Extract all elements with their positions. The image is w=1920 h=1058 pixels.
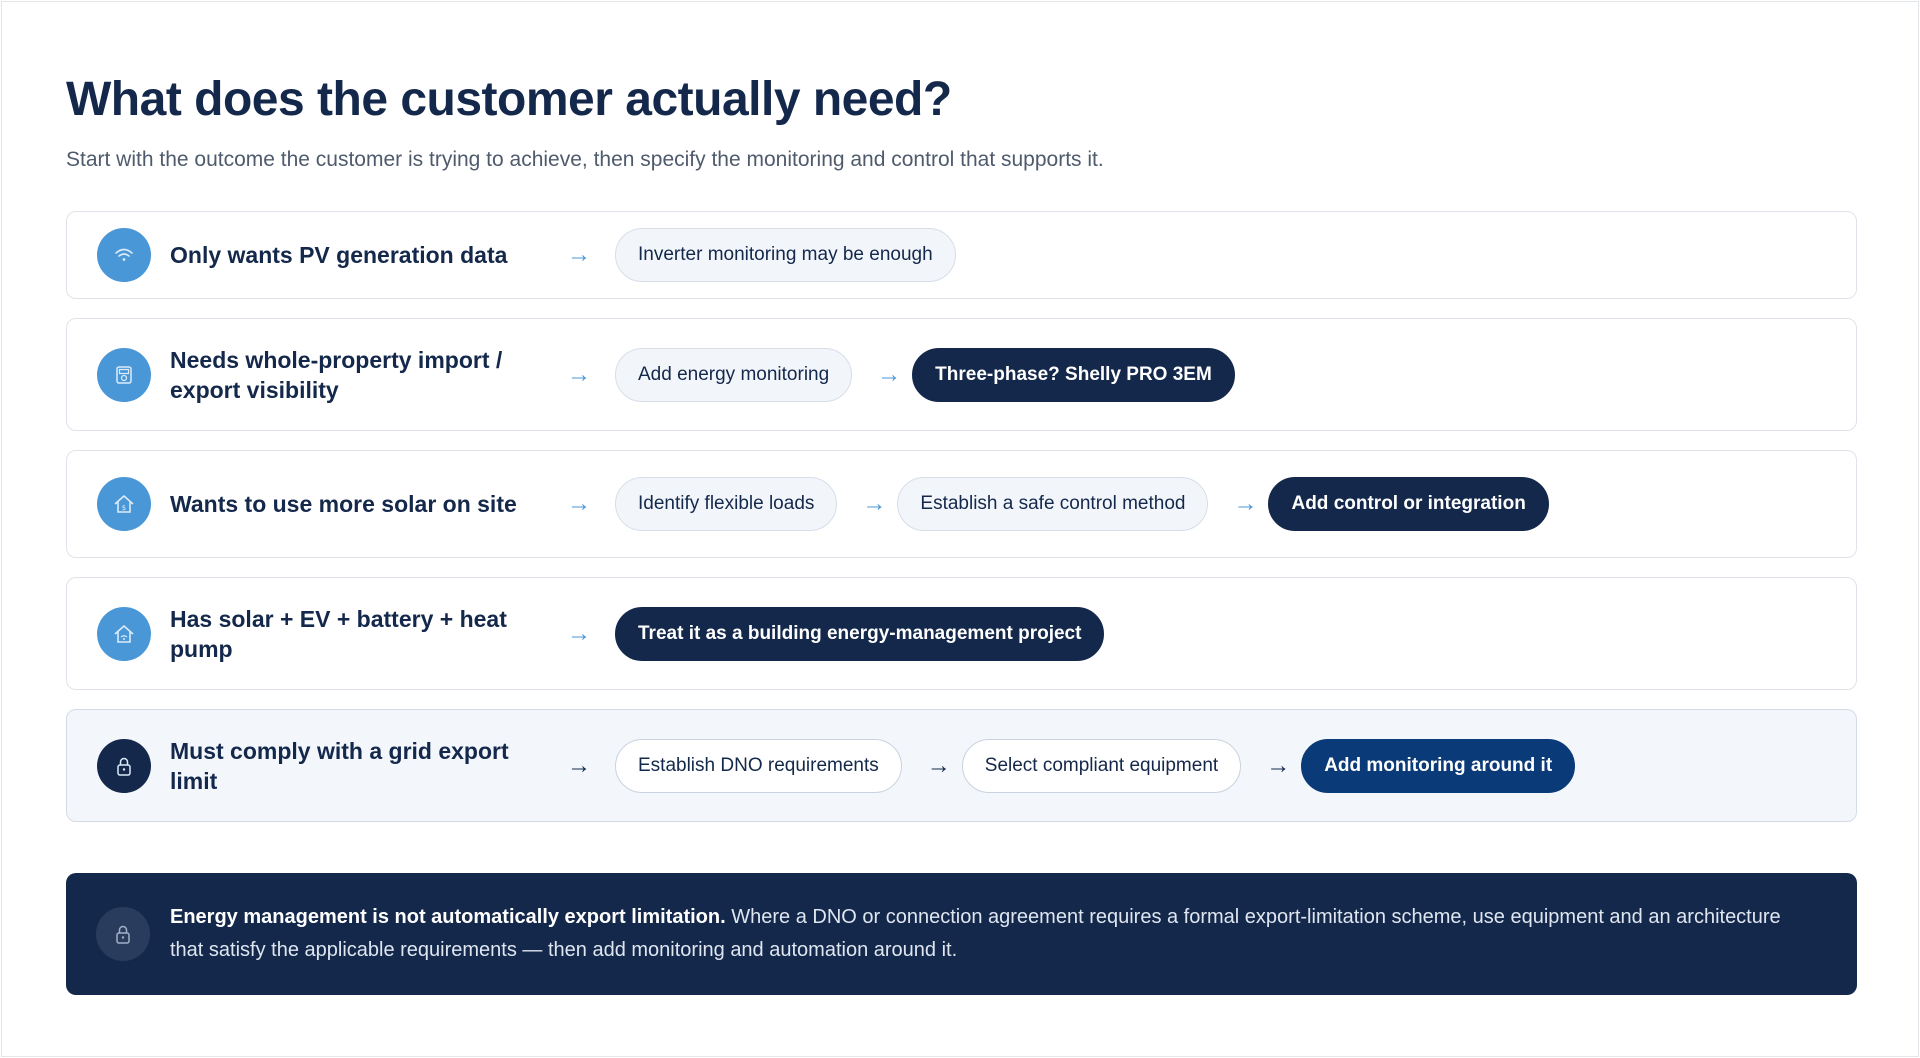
need-row-import-export: Needs whole-property import / export vis… bbox=[66, 318, 1857, 431]
step-pill[interactable]: Identify flexible loads bbox=[615, 477, 838, 531]
page-subtitle: Start with the outcome the customer is t… bbox=[66, 148, 1104, 171]
step-pill-final[interactable]: Treat it as a building energy-management… bbox=[615, 606, 1105, 661]
step-pill-final[interactable]: Add monitoring around it bbox=[1301, 738, 1576, 793]
step-flow: → Identify flexible loads → Establish a … bbox=[567, 477, 1563, 531]
step-pill[interactable]: Establish a safe control method bbox=[897, 477, 1209, 531]
arrow-icon: → bbox=[862, 490, 887, 517]
lock-icon bbox=[97, 738, 151, 793]
need-row-pv-data: Only wants PV generation data → Inverter… bbox=[66, 211, 1857, 299]
arrow-icon: → bbox=[1266, 751, 1291, 779]
step-pill[interactable]: Select compliant equipment bbox=[961, 738, 1242, 793]
need-row-self-consumption: $ Wants to use more solar on site → Iden… bbox=[66, 450, 1857, 558]
step-flow: → Treat it as a building energy-manageme… bbox=[567, 606, 1118, 661]
arrow-icon: → bbox=[567, 751, 591, 779]
arrow-icon: → bbox=[877, 360, 902, 388]
needs-list: Only wants PV generation data → Inverter… bbox=[66, 211, 1857, 841]
need-label: Needs whole-property import / export vis… bbox=[170, 346, 503, 403]
meter-icon bbox=[97, 347, 151, 402]
arrow-icon: → bbox=[1233, 490, 1258, 517]
step-flow: → Inverter monitoring may be enough bbox=[567, 228, 970, 282]
signal-icon bbox=[97, 228, 151, 282]
step-pill[interactable]: Inverter monitoring may be enough bbox=[615, 228, 956, 282]
smart-home-icon bbox=[97, 606, 151, 661]
arrow-icon: → bbox=[567, 360, 591, 388]
note-text: Energy management is not automatically e… bbox=[170, 901, 1810, 967]
need-label: Must comply with a grid export limit bbox=[170, 737, 509, 794]
page: What does the customer actually need? St… bbox=[1, 1, 1919, 1057]
arrow-icon: → bbox=[567, 241, 591, 268]
need-label: Has solar + EV + battery + heat pump bbox=[170, 605, 507, 662]
lock-icon bbox=[96, 907, 150, 961]
step-pill[interactable]: Add energy monitoring bbox=[615, 347, 853, 402]
step-pill[interactable]: Establish DNO requirements bbox=[615, 738, 902, 793]
need-row-multi-asset: Has solar + EV + battery + heat pump → T… bbox=[66, 577, 1857, 690]
house-icon: $ bbox=[97, 477, 151, 531]
need-row-export-limit: Must comply with a grid export limit → E… bbox=[66, 709, 1857, 822]
export-limitation-note: Energy management is not automatically e… bbox=[66, 873, 1857, 995]
page-title: What does the customer actually need? bbox=[66, 73, 952, 126]
svg-text:$: $ bbox=[122, 504, 126, 512]
step-flow: → Establish DNO requirements → Select co… bbox=[567, 738, 1589, 793]
step-pill-final[interactable]: Add control or integration bbox=[1268, 477, 1549, 531]
arrow-icon: → bbox=[567, 490, 591, 517]
arrow-icon: → bbox=[567, 619, 591, 647]
step-flow: → Add energy monitoring → Three-phase? S… bbox=[567, 347, 1249, 402]
arrow-icon: → bbox=[926, 751, 951, 779]
need-label: Wants to use more solar on site bbox=[170, 491, 517, 517]
step-pill-final[interactable]: Three-phase? Shelly PRO 3EM bbox=[912, 347, 1235, 402]
note-emphasis: Energy management is not automatically e… bbox=[170, 906, 726, 928]
need-label: Only wants PV generation data bbox=[170, 242, 508, 268]
